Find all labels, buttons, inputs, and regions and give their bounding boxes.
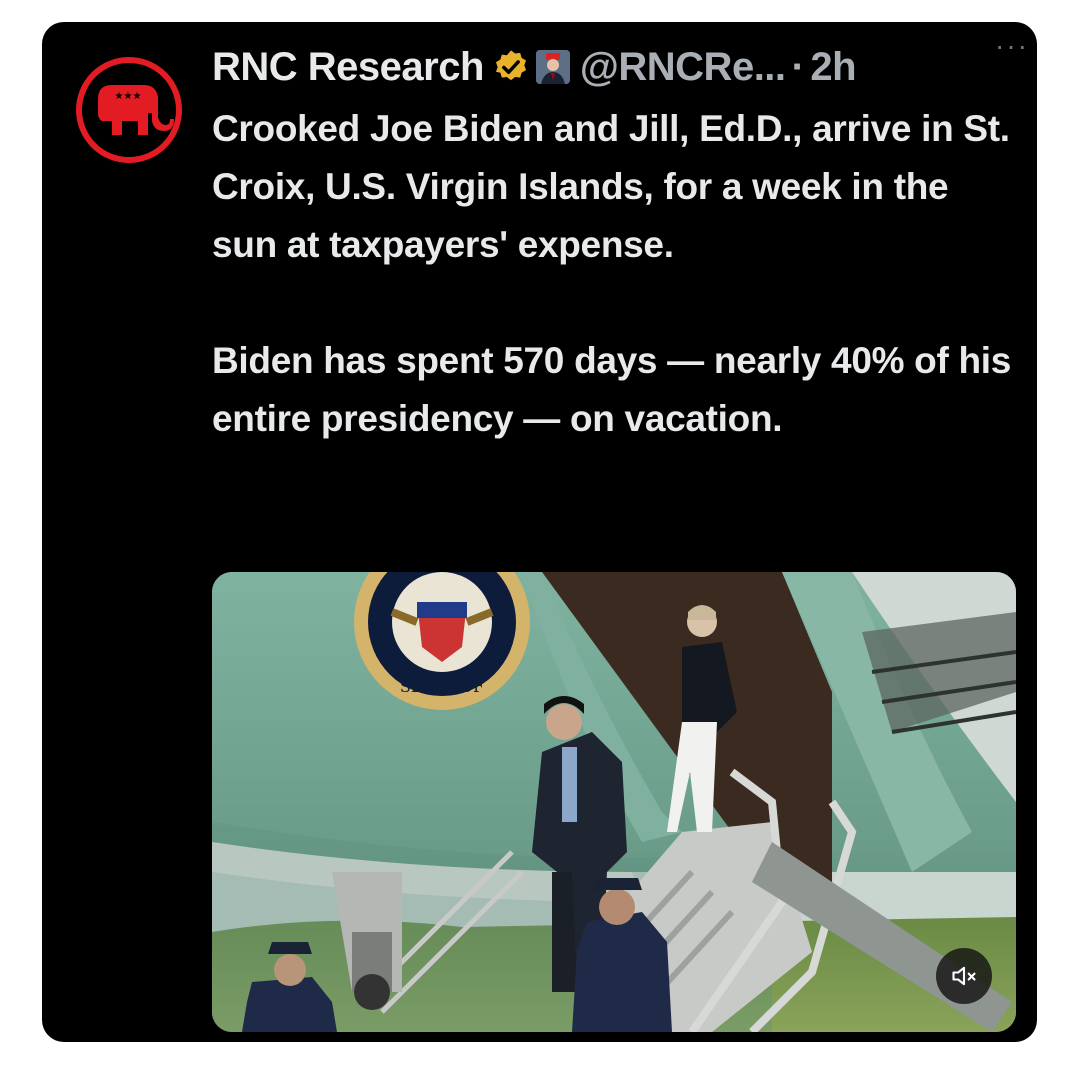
timestamp[interactable]: 2h xyxy=(810,45,856,90)
more-options-icon[interactable]: ··· xyxy=(995,30,1029,62)
separator-dot: · xyxy=(791,44,805,89)
affiliation-avatar-icon[interactable] xyxy=(535,50,570,84)
tweet-paragraph: Biden has spent 570 days — nearly 40% of… xyxy=(212,340,1012,439)
tweet-text: Crooked Joe Biden and Jill, Ed.D., arriv… xyxy=(212,100,1022,448)
svg-text:★★★: ★★★ xyxy=(115,91,142,102)
user-handle[interactable]: @RNCRe... xyxy=(580,45,786,90)
mute-button[interactable] xyxy=(936,948,992,1004)
display-name[interactable]: RNC Research xyxy=(212,45,484,90)
tweet-card[interactable]: ★★★ RNC Research @RNCRe... · 2h ··· Croo… xyxy=(42,22,1037,1042)
video-frame-image: SEAL · OF xyxy=(212,572,1016,1032)
tweet-video[interactable]: SEAL · OF xyxy=(212,572,1016,1032)
tweet-header: RNC Research @RNCRe... · 2h xyxy=(212,42,1015,92)
mute-icon xyxy=(952,966,976,986)
verified-badge-icon xyxy=(492,48,530,86)
avatar[interactable]: ★★★ xyxy=(74,55,184,165)
tweet-paragraph: Crooked Joe Biden and Jill, Ed.D., arriv… xyxy=(212,108,1010,265)
svg-text:SEAL · OF: SEAL · OF xyxy=(400,677,484,696)
rnc-elephant-logo-icon: ★★★ xyxy=(76,57,182,163)
